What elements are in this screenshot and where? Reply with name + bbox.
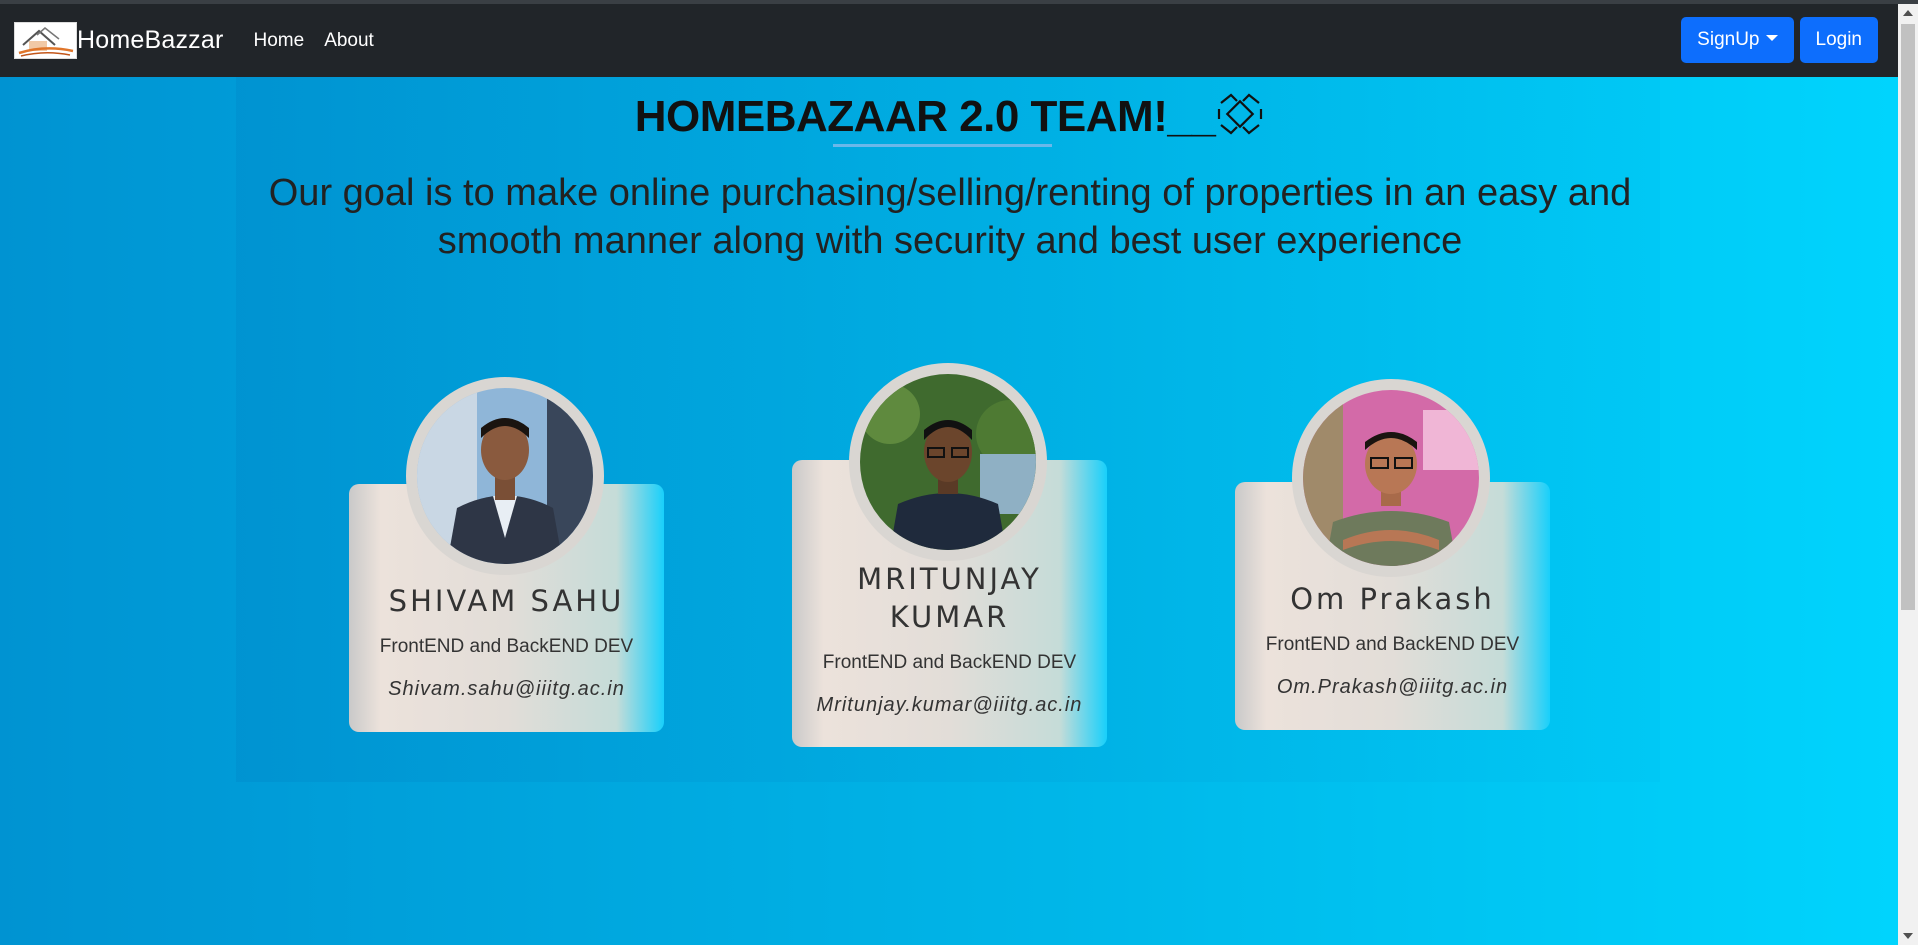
scroll-thumb[interactable] — [1901, 24, 1915, 610]
member-name: SHIVAM SAHU — [388, 584, 625, 618]
nav-link-home[interactable]: Home — [254, 30, 305, 52]
member-role: FrontEND and BackEND DEV — [1265, 634, 1520, 655]
member-email[interactable]: Mritunjay.kumar@iiitg.ac.in — [792, 694, 1107, 717]
signup-dropdown-button[interactable]: SignUp — [1681, 17, 1794, 63]
main-content: HOMEBAZAAR 2.0 TEAM!__ Our goal is to ma… — [0, 77, 1898, 945]
signup-label: SignUp — [1697, 29, 1760, 50]
nav-link-about[interactable]: About — [324, 30, 374, 52]
member-role: FrontEND and BackEND DEV — [379, 636, 634, 657]
login-button[interactable]: Login — [1799, 17, 1878, 63]
avatar-shivam — [406, 377, 604, 575]
team-card-mritunjay: MRITUNJAY KUMAR FrontEND and BackEND DEV… — [792, 363, 1107, 747]
member-email[interactable]: Shivam.sahu@iiitg.ac.in — [349, 678, 664, 701]
scroll-up-arrow-icon[interactable] — [1903, 10, 1913, 16]
page-title: HOMEBAZAAR 2.0 TEAM!__ — [0, 91, 1898, 148]
scroll-down-arrow-icon[interactable] — [1903, 933, 1913, 939]
title-underline — [833, 144, 1052, 147]
avatar-om — [1292, 379, 1490, 577]
teamwork-hands-icon — [1217, 91, 1263, 148]
member-email[interactable]: Om.Prakash@iiitg.ac.in — [1235, 676, 1550, 699]
member-name: Om Prakash — [1290, 582, 1495, 616]
navbar: HomeBazzar Home About SignUp Login — [0, 4, 1898, 77]
house-logo-icon — [14, 22, 77, 59]
vertical-scrollbar[interactable] — [1898, 4, 1918, 945]
avatar-mritunjay — [849, 363, 1047, 561]
page-subtitle: Our goal is to make online purchasing/se… — [268, 172, 1632, 262]
page-title-text: HOMEBAZAAR 2.0 TEAM!__ — [634, 92, 1216, 141]
brand-name: HomeBazzar — [77, 26, 224, 54]
nav-actions: SignUp Login — [1681, 17, 1878, 63]
nav-links: Home About — [254, 30, 394, 52]
caret-down-icon — [1765, 35, 1778, 41]
member-name: MRITUNJAY KUMAR — [857, 562, 1042, 634]
member-role: FrontEND and BackEND DEV — [822, 652, 1077, 673]
team-card-om: Om Prakash FrontEND and BackEND DEV Om.P… — [1235, 379, 1550, 730]
brand[interactable]: HomeBazzar — [14, 22, 224, 59]
team-card-shivam: SHIVAM SAHU FrontEND and BackEND DEV Shi… — [349, 377, 664, 732]
